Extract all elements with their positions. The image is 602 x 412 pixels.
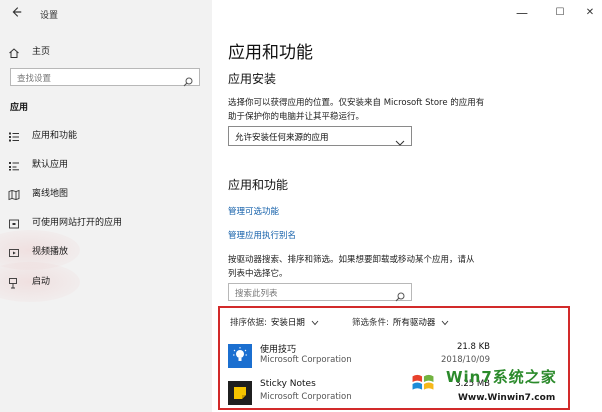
minimize-button[interactable]: —: [512, 4, 532, 22]
close-button[interactable]: ✕: [580, 4, 600, 22]
settings-search-placeholder: 查找设置: [17, 74, 52, 84]
app-name: 使用技巧: [260, 345, 297, 355]
sidebar: [0, 0, 212, 412]
apps-list-icon: [8, 128, 20, 142]
sort-by-label: 排序依据:: [230, 318, 267, 328]
sidebar-item-apps-features[interactable]: 应用和功能: [8, 126, 77, 142]
sidebar-item-label: 可使用网站打开的应用: [32, 217, 123, 228]
manage-optional-features-link[interactable]: 管理可选功能: [228, 205, 279, 217]
sort-by-value: 安装日期: [270, 318, 305, 328]
back-arrow-icon[interactable]: [8, 5, 24, 21]
home-icon: [8, 44, 20, 58]
chevron-down-icon: [441, 319, 449, 326]
app-install-description-line2: 助于保护你的电脑并让其平稳运行。: [228, 112, 365, 122]
sidebar-item-offline-maps[interactable]: 离线地图: [8, 184, 69, 201]
apps-features-description-line2: 列表中选择它。: [228, 269, 288, 279]
home-label: 主页: [32, 46, 51, 57]
video-playback-icon: [8, 244, 20, 257]
app-publisher: Microsoft Corporation: [260, 355, 352, 365]
sticky-notes-icon: [228, 381, 252, 405]
offline-maps-icon: [8, 186, 20, 201]
sidebar-item-label: 默认应用: [32, 159, 69, 170]
page-title: 应用和功能: [228, 43, 313, 63]
watermark-url: Www.Winwin7.com: [458, 393, 556, 403]
filter-by-label: 筛选条件:: [352, 318, 389, 328]
app-name: Sticky Notes: [260, 379, 316, 389]
filter-by-dropdown[interactable]: 筛选条件: 所有驱动器: [352, 316, 449, 328]
sidebar-item-video-playback[interactable]: 视频播放: [8, 242, 68, 258]
sidebar-item-startup[interactable]: 启动: [8, 272, 51, 289]
sidebar-item-default-apps[interactable]: 默认应用: [8, 155, 68, 171]
apps-features-description-line1: 按驱动器搜索、排序和筛选。如果想要卸载或移动某个应用，请从: [228, 255, 475, 265]
apps-for-websites-icon: [8, 215, 20, 229]
search-icon: [183, 72, 193, 87]
title-bar: 设置 — ☐ ✕: [0, 0, 602, 30]
app-publisher: Microsoft Corporation: [260, 392, 352, 402]
app-list-search-input[interactable]: 搜索此列表: [228, 283, 412, 302]
sort-by-dropdown[interactable]: 排序依据: 安装日期: [230, 316, 319, 328]
sidebar-item-label: 离线地图: [32, 188, 69, 199]
sidebar-home[interactable]: 主页: [8, 42, 50, 58]
maximize-button[interactable]: ☐: [550, 4, 570, 22]
search-icon: [395, 287, 405, 302]
sidebar-item-label: 视频播放: [32, 246, 69, 257]
app-list-search-placeholder: 搜索此列表: [235, 289, 278, 299]
settings-search-input[interactable]: 查找设置: [10, 68, 200, 87]
manage-app-execution-aliases-link[interactable]: 管理应用执行别名: [228, 229, 296, 241]
startup-icon: [8, 274, 20, 289]
chevron-down-icon: [311, 319, 319, 326]
watermark-brand: Win7系统之家: [446, 368, 557, 386]
app-size: 21.8 KB: [456, 342, 490, 352]
chevron-down-icon: [395, 132, 405, 146]
sidebar-section-apps: 应用: [10, 103, 29, 113]
sidebar-item-apps-for-websites[interactable]: 可使用网站打开的应用: [8, 213, 122, 229]
watermark: Win7系统之家 Www.Winwin7.com: [398, 362, 602, 412]
tips-lightbulb-icon: [228, 344, 252, 368]
app-install-heading: 应用安装: [228, 72, 277, 86]
app-install-description-line1: 选择你可以获得应用的位置。仅安装来自 Microsoft Store 的应用有: [228, 98, 485, 108]
window-title: 设置: [40, 11, 59, 21]
sidebar-item-label: 应用和功能: [32, 130, 78, 141]
windows-logo-icon: [405, 365, 441, 401]
apps-features-heading: 应用和功能: [228, 178, 289, 192]
app-source-dropdown[interactable]: 允许安装任何来源的应用: [228, 126, 412, 146]
app-source-dropdown-value: 允许安装任何来源的应用: [235, 133, 329, 143]
default-apps-icon: [8, 157, 20, 171]
sidebar-item-label: 启动: [32, 276, 51, 287]
filter-by-value: 所有驱动器: [392, 318, 436, 328]
